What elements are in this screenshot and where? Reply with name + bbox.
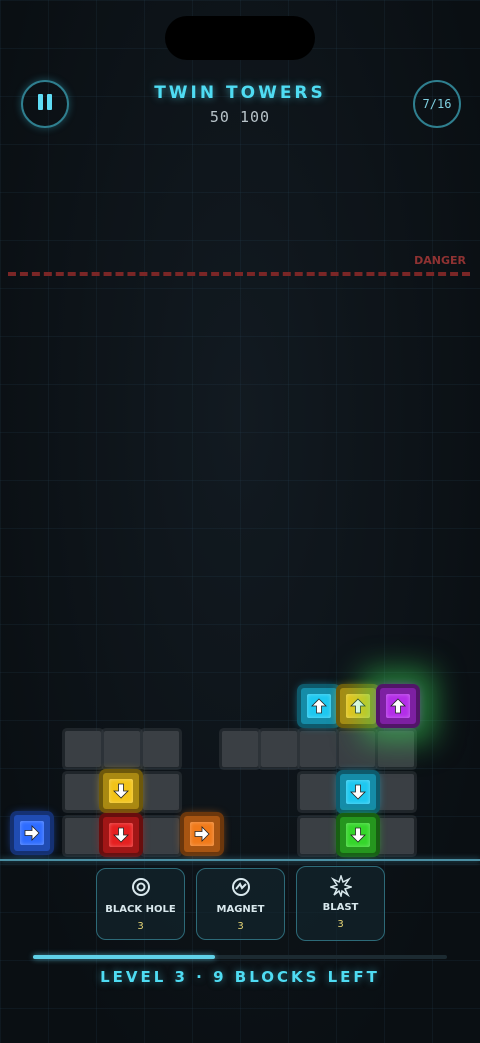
block-face — [109, 823, 133, 847]
arrow-down-icon — [350, 827, 366, 843]
block-face — [386, 694, 410, 718]
blast-count: 3 — [337, 919, 344, 930]
board-cell — [378, 731, 414, 767]
arrow-down-icon — [350, 784, 366, 800]
board-cell — [300, 818, 336, 854]
magnet-button[interactable]: MAGNET 3 — [196, 868, 285, 940]
board-cell — [65, 818, 101, 854]
block-green-down[interactable] — [340, 817, 376, 853]
block-cyan-down[interactable] — [340, 774, 376, 810]
block-face — [346, 694, 370, 718]
block-red-down[interactable] — [103, 817, 139, 853]
board-cell — [143, 818, 179, 854]
board-cell — [65, 731, 101, 767]
arrow-right-icon — [194, 826, 210, 842]
arrow-down-icon — [113, 827, 129, 843]
board-cell — [143, 731, 179, 767]
board-cell — [300, 774, 336, 810]
game-screen: TWIN TOWERS 50 100 7/16 DANGER BLACK HOL… — [0, 0, 480, 1043]
blast-label: BLAST — [322, 902, 359, 913]
arrow-right-icon — [24, 825, 40, 841]
device-notch — [165, 16, 315, 60]
block-face — [190, 822, 214, 846]
block-face — [20, 821, 44, 845]
board-cell — [143, 774, 179, 810]
score-display: 50 100 — [209, 108, 271, 126]
block-face — [109, 779, 133, 803]
board-cell — [339, 731, 375, 767]
magnet-label: MAGNET — [216, 904, 265, 915]
board-cell — [104, 731, 140, 767]
board-cell — [300, 731, 336, 767]
board-cell — [378, 774, 414, 810]
level-progress-fill — [33, 955, 216, 959]
blast-button[interactable]: BLAST 3 — [296, 866, 385, 941]
black-hole-button[interactable]: BLACK HOLE 3 — [96, 868, 185, 940]
board-floor — [0, 859, 480, 861]
arrow-up-icon — [311, 698, 327, 714]
level-title: TWIN TOWERS — [154, 83, 326, 103]
arrow-up-icon — [390, 698, 406, 714]
level-status: LEVEL 3 · 9 BLOCKS LEFT — [100, 968, 380, 986]
black-hole-label: BLACK HOLE — [105, 904, 176, 915]
block-yellow-down[interactable] — [103, 773, 139, 809]
level-progress-bar — [33, 955, 447, 959]
black-hole-count: 3 — [137, 921, 144, 932]
block-yellow-up[interactable] — [340, 688, 376, 724]
magnet-count: 3 — [237, 921, 244, 932]
danger-label: DANGER — [414, 254, 466, 267]
block-face — [307, 694, 331, 718]
board-cell — [261, 731, 297, 767]
block-cyan-up[interactable] — [301, 688, 337, 724]
level-progress-badge[interactable]: 7/16 — [413, 80, 461, 128]
block-face — [346, 780, 370, 804]
block-orange-right[interactable] — [184, 816, 220, 852]
board-cell — [378, 818, 414, 854]
magnet-icon — [231, 878, 250, 896]
board-cell — [65, 774, 101, 810]
board-cell — [222, 731, 258, 767]
arrow-down-icon — [113, 783, 129, 799]
danger-line — [8, 272, 470, 276]
black-hole-icon — [131, 878, 150, 896]
arrow-up-icon — [350, 698, 366, 714]
block-blue-right[interactable] — [14, 815, 50, 851]
block-face — [346, 823, 370, 847]
block-purple-up-highlighted[interactable] — [380, 688, 416, 724]
blast-icon — [329, 875, 352, 897]
